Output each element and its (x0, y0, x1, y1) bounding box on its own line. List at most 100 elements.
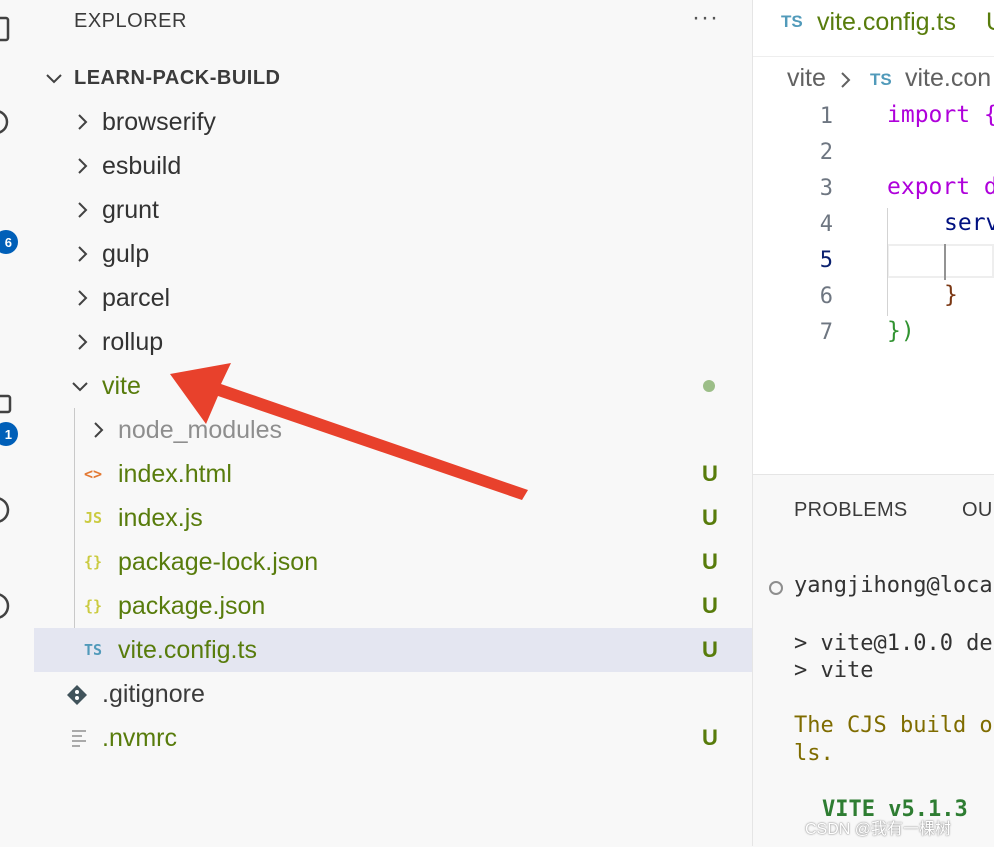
untracked-status: U (702, 725, 718, 750)
tab-output[interactable]: OU (962, 499, 993, 522)
json-file-icon: {} (83, 553, 103, 571)
file-gitignore[interactable]: .gitignore (34, 672, 752, 716)
untracked-status: U (702, 549, 718, 574)
explorer-sidebar: EXPLORER ··· LEARN-PACK-BUILD browserify… (34, 0, 753, 846)
tab-problems[interactable]: PROBLEMS (794, 499, 908, 522)
modified-dot (703, 380, 715, 392)
tab-label: vite.config.ts (817, 8, 956, 36)
file-name: vite.config.ts (118, 636, 257, 664)
chevron-right-icon (78, 114, 88, 130)
untracked-status: U (702, 593, 718, 618)
run-debug-icon[interactable] (0, 304, 14, 332)
terminal-line: > vite (794, 658, 874, 683)
text-file-icon (72, 730, 86, 747)
file-package-lock-json[interactable]: {} package-lock.json U (34, 540, 752, 584)
typescript-file-icon: TS (83, 641, 103, 659)
line-number: 1 (819, 104, 833, 129)
terminal-prompt: yangjihong@loca (794, 573, 993, 598)
folder-esbuild[interactable]: esbuild (34, 144, 752, 188)
chevron-right-icon (78, 202, 88, 218)
chevron-right-icon (94, 422, 104, 438)
editor-pane: TS vite.config.ts U vite TS vite.con 1 i… (753, 0, 994, 474)
line-number: 3 (819, 176, 833, 201)
folder-name: vite (102, 372, 141, 400)
git-file-icon (67, 685, 87, 705)
chevron-right-icon (78, 158, 88, 174)
terminal-warning: The CJS build o (794, 713, 993, 738)
file-name: .nvmrc (102, 724, 177, 752)
code-text: }) (887, 318, 915, 344)
file-name: index.js (118, 504, 203, 532)
folder-name: parcel (102, 284, 171, 312)
bottom-panel: PROBLEMS OU yangjihong@loca > vite@1.0.0… (753, 474, 994, 847)
terminal-line: > vite@1.0.0 de (794, 631, 993, 656)
file-name: package.json (118, 592, 266, 620)
file-vite-config-ts[interactable]: TS vite.config.ts U (34, 628, 752, 672)
breadcrumb-folder[interactable]: vite (787, 64, 826, 93)
typescript-file-icon: TS (870, 70, 892, 89)
untracked-status: U (702, 637, 718, 662)
more-actions-icon[interactable]: ··· (692, 4, 719, 32)
code-line[interactable]: 4 serv (753, 208, 994, 244)
chevron-right-icon (841, 72, 851, 88)
line-number: 2 (819, 140, 833, 165)
remote-icon[interactable] (0, 496, 14, 524)
folder-browserify[interactable]: browserify (34, 100, 752, 144)
folder-gulp[interactable]: gulp (34, 232, 752, 276)
source-control-badge: 6 (0, 230, 18, 254)
project-title: LEARN-PACK-BUILD (74, 66, 281, 89)
code-line[interactable]: 2 (753, 136, 994, 172)
code-text: export d (887, 174, 994, 200)
terminal-warning: ls. (794, 741, 834, 766)
file-nvmrc[interactable]: .nvmrc U (34, 716, 752, 760)
extensions-badge: 1 (0, 422, 18, 446)
activity-bar: 6 1 (0, 0, 35, 846)
line-number: 4 (819, 212, 833, 237)
line-number: 6 (819, 284, 833, 309)
html-file-icon: <> (83, 465, 103, 483)
search-icon[interactable] (0, 108, 14, 136)
line-number: 7 (819, 320, 833, 345)
json-file-icon: {} (83, 597, 103, 615)
folder-name: grunt (102, 196, 159, 224)
code-text: serv (944, 210, 994, 236)
code-text: import { (887, 102, 994, 128)
file-index-html[interactable]: <> index.html U (34, 452, 752, 496)
js-file-icon: JS (83, 509, 103, 527)
chevron-right-icon (78, 334, 88, 350)
folder-name: browserify (102, 108, 216, 136)
code-text: } (944, 282, 958, 308)
untracked-status: U (702, 505, 718, 530)
folder-vite[interactable]: vite (34, 364, 752, 408)
explorer-title: EXPLORER (74, 10, 187, 32)
code-line[interactable]: 7 }) (753, 316, 994, 352)
typescript-file-icon: TS (781, 12, 803, 31)
folder-node-modules[interactable]: node_modules (34, 408, 752, 452)
folder-name: rollup (102, 328, 164, 356)
chevron-right-icon (78, 246, 88, 262)
code-line[interactable]: 6 } (753, 280, 994, 316)
file-name: package-lock.json (118, 548, 319, 576)
folder-parcel[interactable]: parcel (34, 276, 752, 320)
chevron-right-icon (78, 290, 88, 306)
folder-name: node_modules (118, 416, 283, 444)
code-line[interactable]: 1 import { (753, 100, 994, 136)
file-index-js[interactable]: JS index.js U (34, 496, 752, 540)
file-package-json[interactable]: {} package.json U (34, 584, 752, 628)
project-header[interactable]: LEARN-PACK-BUILD (34, 56, 752, 100)
watermark: CSDN @我有一棵树 (805, 821, 952, 838)
tab-status: U (986, 8, 994, 37)
file-name: index.html (118, 460, 232, 488)
breadcrumb-file[interactable]: vite.con (905, 64, 991, 93)
explorer-icon[interactable] (0, 14, 14, 42)
chevron-down-icon (46, 74, 62, 84)
editor-tab[interactable]: TS vite.config.ts U (753, 0, 994, 57)
extensions-icon[interactable] (0, 392, 14, 420)
folder-name: gulp (102, 240, 150, 268)
account-icon[interactable] (0, 592, 14, 620)
code-line[interactable]: 5 (753, 244, 994, 280)
folder-grunt[interactable]: grunt (34, 188, 752, 232)
folder-rollup[interactable]: rollup (34, 320, 752, 364)
code-line[interactable]: 3 export d (753, 172, 994, 208)
line-number: 5 (819, 248, 833, 273)
